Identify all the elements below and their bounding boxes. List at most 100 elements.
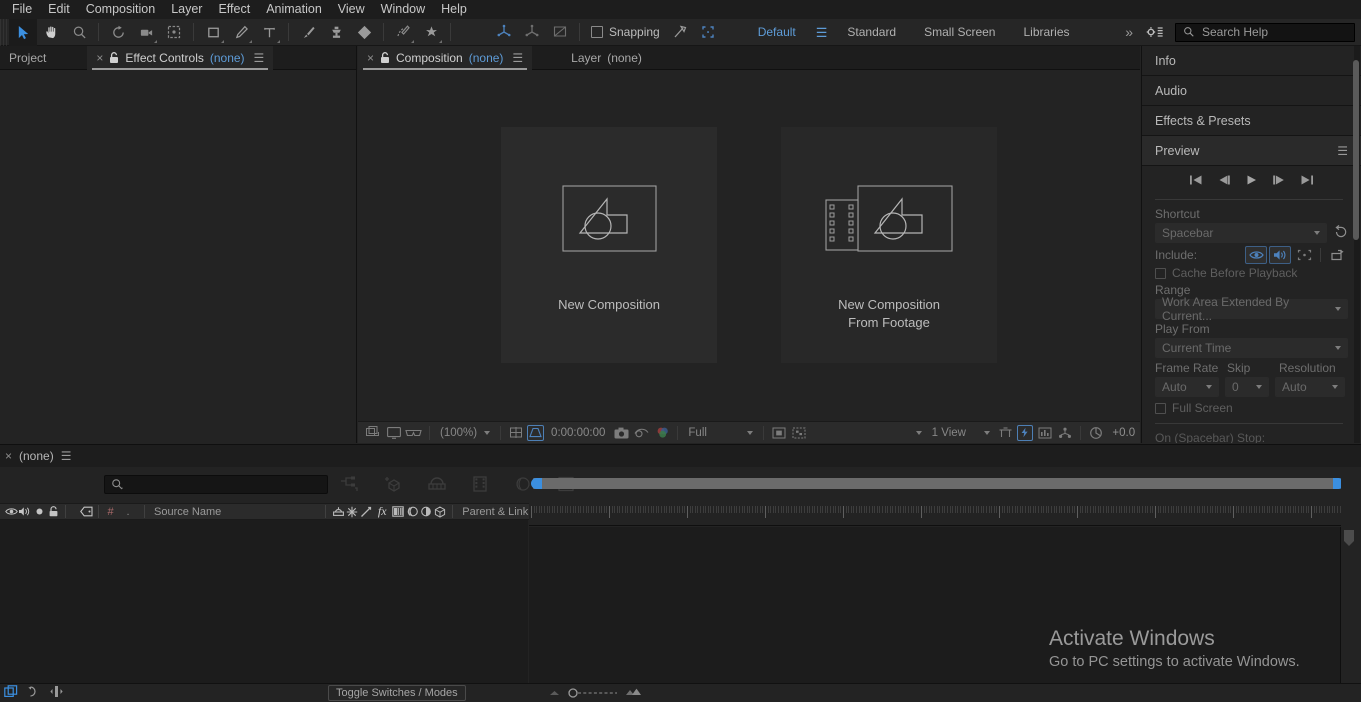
view-axis-mode-button[interactable] [546, 19, 574, 46]
panel-section-preview[interactable]: Preview ☰ [1142, 136, 1361, 166]
camera-tool[interactable] [132, 19, 160, 46]
panel-section-effects-presets[interactable]: Effects & Presets [1142, 106, 1361, 136]
magnification-dropdown[interactable]: (100%) [436, 425, 494, 441]
quality-switch-icon[interactable] [359, 506, 373, 518]
composition-mini-flowchart-icon[interactable] [340, 475, 362, 496]
work-area-bar[interactable] [533, 478, 1339, 489]
toolbar-grip[interactable] [0, 18, 9, 46]
collapse-transformations-icon[interactable] [345, 506, 359, 518]
panel-section-info[interactable]: Info [1142, 46, 1361, 76]
brush-tool[interactable] [294, 19, 322, 46]
hide-shy-layers-icon[interactable] [426, 475, 448, 496]
effects-switch-icon[interactable]: fx [373, 504, 391, 519]
parent-and-link-header[interactable]: Parent & Link [462, 506, 528, 518]
transparency-grid-icon[interactable] [790, 424, 808, 442]
show-snapshot-icon[interactable] [633, 424, 651, 442]
toggle-mask-shape-visibility-icon[interactable] [527, 424, 545, 441]
timeline-layers-area[interactable] [0, 520, 528, 686]
lock-icon[interactable] [380, 51, 390, 64]
label-color-icon[interactable] [79, 506, 93, 517]
first-frame-icon[interactable] [1189, 174, 1203, 189]
local-axis-mode-button[interactable] [490, 19, 518, 46]
close-icon[interactable]: × [5, 449, 12, 463]
previous-frame-icon[interactable] [1217, 174, 1231, 189]
cache-before-playback-checkbox[interactable] [1155, 267, 1166, 279]
pan-behind-tool[interactable] [160, 19, 188, 46]
close-icon[interactable]: × [367, 51, 374, 65]
resolution-dropdown[interactable]: Full [684, 425, 756, 441]
snapping-options-icon[interactable] [666, 19, 694, 46]
cache-before-playback-row[interactable]: Cache Before Playback [1142, 264, 1361, 282]
timeline-search-field[interactable] [104, 475, 328, 494]
shy-switch-icon[interactable] [331, 506, 345, 517]
timeline-panel-resize-handle[interactable] [1341, 528, 1357, 550]
tab-layer[interactable]: Layer (none) [562, 46, 651, 70]
workspace-standard[interactable]: Standard [833, 19, 910, 46]
audio-switch-icon[interactable] [18, 506, 32, 517]
next-frame-icon[interactable] [1272, 174, 1286, 189]
selection-tool[interactable] [9, 18, 37, 46]
preview-resolution-dropdown[interactable]: Auto [1275, 377, 1345, 397]
export-frame-icon[interactable] [1326, 246, 1348, 264]
timeline-time-ruler[interactable] [529, 500, 1341, 526]
shortcut-dropdown[interactable]: Spacebar [1155, 223, 1327, 243]
menu-item-window[interactable]: Window [373, 0, 433, 19]
new-composition-button[interactable]: New Composition [501, 127, 717, 363]
always-preview-this-view-icon[interactable] [364, 424, 382, 442]
snapping-target-icon[interactable] [694, 19, 722, 46]
new-composition-from-footage-button[interactable]: New Composition From Footage [781, 127, 997, 363]
work-area-start-handle[interactable] [531, 478, 542, 489]
show-channel-icon[interactable] [653, 424, 671, 442]
exposure-reset-icon[interactable] [1087, 424, 1105, 442]
tab-project[interactable]: Project [0, 46, 55, 70]
play-icon[interactable] [1245, 174, 1258, 189]
tab-composition[interactable]: × Composition (none) ☰ [358, 45, 533, 70]
puppet-pin-tool[interactable] [417, 19, 445, 46]
workspace-default[interactable]: Default [744, 19, 810, 46]
fast-previews-icon[interactable] [1016, 424, 1034, 441]
search-help-field[interactable]: Search Help [1175, 22, 1355, 42]
zoom-in-icon[interactable] [625, 686, 641, 700]
hand-tool[interactable] [37, 19, 65, 46]
clone-stamp-tool[interactable] [322, 19, 350, 46]
right-panel-scroll-track[interactable] [1353, 46, 1360, 443]
composition-flowchart-icon[interactable] [1056, 424, 1074, 442]
frame-rate-dropdown[interactable]: Auto [1155, 377, 1219, 397]
zoom-tool[interactable] [65, 19, 93, 46]
video-switch-icon[interactable] [4, 507, 18, 516]
menu-item-animation[interactable]: Animation [258, 0, 330, 19]
lock-switch-icon[interactable] [46, 506, 60, 517]
3d-layer-switch-icon[interactable] [433, 505, 447, 518]
menu-item-effect[interactable]: Effect [210, 0, 258, 19]
exposure-value[interactable]: +0.0 [1107, 427, 1140, 439]
tab-timeline-none[interactable]: × (none) ☰ [5, 449, 71, 463]
camera-view-dropdown[interactable] [810, 425, 925, 441]
take-snapshot-icon[interactable] [612, 424, 630, 442]
panel-section-audio[interactable]: Audio [1142, 76, 1361, 106]
main-viewer-icon[interactable] [384, 424, 402, 442]
snapping-toggle[interactable]: Snapping [585, 25, 666, 39]
skip-dropdown[interactable]: 0 [1225, 377, 1269, 397]
timeline-zoom-slider[interactable] [548, 686, 1361, 700]
workspace-overflow-icon[interactable]: » [1117, 24, 1141, 40]
full-screen-row[interactable]: Full Screen [1142, 399, 1361, 417]
choose-grid-guide-icon[interactable] [507, 424, 525, 442]
draft-3d-icon[interactable] [383, 475, 405, 496]
views-dropdown[interactable]: 1 View [928, 425, 995, 441]
roto-brush-tool[interactable] [389, 19, 417, 46]
zoom-slider-track[interactable] [568, 688, 618, 698]
workspace-libraries[interactable]: Libraries [1009, 19, 1083, 46]
current-timecode[interactable]: 0:00:00:00 [546, 427, 610, 439]
lock-icon[interactable] [109, 51, 119, 64]
panel-menu-icon[interactable]: ☰ [254, 51, 265, 65]
eraser-tool[interactable] [350, 19, 378, 46]
snapping-checkbox[interactable] [591, 26, 603, 38]
shortcut-reset-icon[interactable] [1334, 224, 1348, 241]
menu-item-file[interactable]: File [4, 0, 40, 19]
panel-menu-icon[interactable]: ☰ [61, 449, 72, 463]
region-of-interest-icon[interactable] [770, 424, 788, 442]
include-overlays-icon[interactable] [1293, 246, 1315, 264]
layer-number-header[interactable]: # [104, 506, 117, 518]
rotation-tool[interactable] [104, 19, 132, 46]
source-name-header[interactable]: Source Name [154, 506, 221, 518]
